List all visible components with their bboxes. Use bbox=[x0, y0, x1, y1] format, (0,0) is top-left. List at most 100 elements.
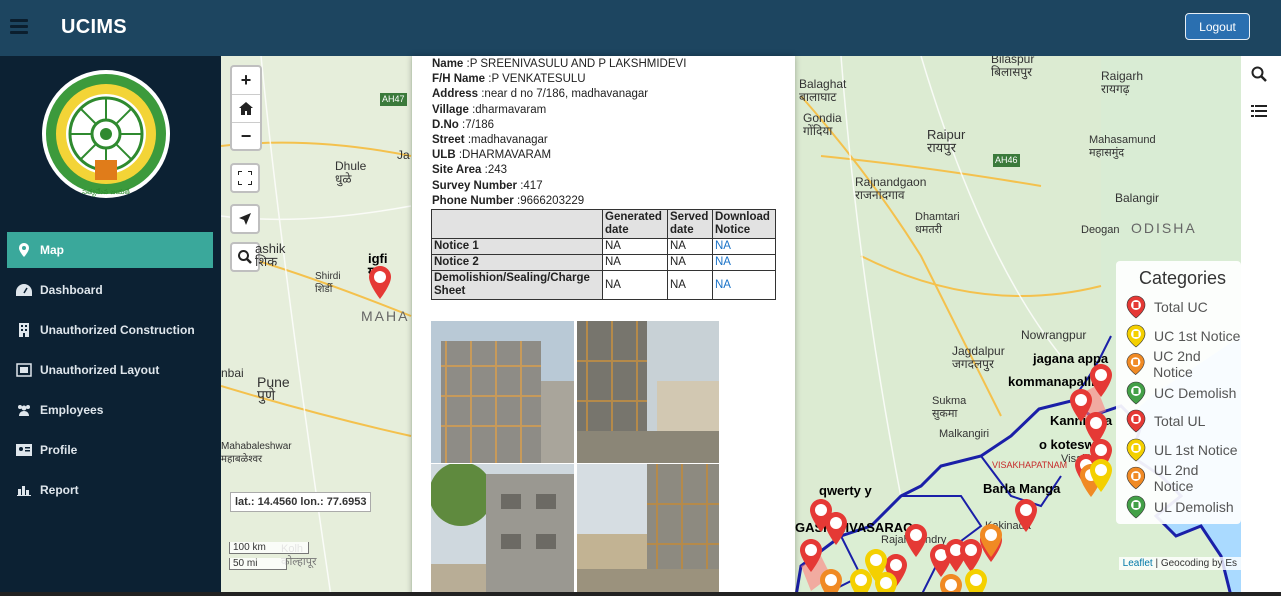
table-header: Generated date bbox=[602, 209, 668, 239]
fullscreen-button[interactable] bbox=[230, 163, 260, 193]
legend-label: UC Demolish bbox=[1154, 384, 1237, 401]
legend-title: Categories bbox=[1139, 268, 1227, 288]
coordinates-readout: lat.: 14.4560 lon.: 77.6953 bbox=[230, 492, 372, 512]
app-title: UCIMS bbox=[61, 16, 127, 38]
legend-label: Total UC bbox=[1154, 299, 1208, 315]
table-header bbox=[431, 209, 603, 239]
city-label: Mahabaleshwar महाबळेश्वर bbox=[221, 441, 292, 465]
chart-icon bbox=[16, 483, 32, 497]
sidebar-item-unauthorized-construction[interactable]: Unauthorized Construction bbox=[0, 312, 221, 348]
table-row: Demolishion/Sealing/Charge Sheet NA NA N… bbox=[431, 270, 776, 300]
sidebar-item-report[interactable]: Report bbox=[0, 472, 221, 508]
legend-item[interactable]: UL 2nd Notice bbox=[1124, 462, 1241, 494]
table-header: Download Notice bbox=[712, 209, 776, 239]
city-label: Balaghat बालाघाट bbox=[799, 77, 847, 104]
info-row: D.No :7/186 bbox=[432, 118, 495, 131]
zoom-in-button[interactable]: + bbox=[232, 67, 260, 95]
city-label: Bilaspur बिलासपुर bbox=[991, 56, 1035, 79]
table-header-row: Generated date Served date Download Noti… bbox=[431, 209, 776, 239]
map-marker-icon bbox=[16, 243, 32, 257]
legend-marker-icon bbox=[1126, 495, 1146, 518]
download-notice-link[interactable]: NA bbox=[715, 240, 731, 252]
legend-item[interactable]: Total UC bbox=[1124, 295, 1208, 319]
categories-legend: Categories Total UC UC 1st Notice UC 2nd N… bbox=[1116, 261, 1241, 524]
zoom-out-button[interactable]: − bbox=[232, 123, 260, 150]
city-label: Jagdalpur जगदलपुर bbox=[952, 344, 1005, 371]
legend-label: UL Demolish bbox=[1154, 498, 1234, 515]
building-icon bbox=[16, 323, 32, 337]
top-bar: UCIMS Logout bbox=[0, 0, 1281, 56]
legend-item[interactable]: UL Demolish bbox=[1124, 495, 1234, 519]
legend-label: UL 2nd Notice bbox=[1153, 462, 1199, 494]
table-row: Notice 1 NA NA NA bbox=[431, 238, 776, 255]
users-icon bbox=[16, 403, 32, 417]
notice-name: Demolishion/Sealing/Charge Sheet bbox=[431, 270, 603, 300]
hamburger-menu-icon[interactable] bbox=[10, 19, 28, 35]
marker-label: jagana appa bbox=[1033, 351, 1109, 366]
legend-item[interactable]: UC 2nd Notice bbox=[1124, 348, 1241, 380]
id-card-icon bbox=[16, 443, 32, 457]
city-label: Rajnandgaon राजनांदगाव bbox=[855, 175, 927, 202]
sidebar-item-employees[interactable]: Employees bbox=[0, 392, 221, 428]
sidebar-item-map[interactable]: Map bbox=[7, 232, 213, 268]
city-label: Raigarh रायगढ़ bbox=[1101, 69, 1144, 96]
legend-item[interactable]: Total UL bbox=[1124, 409, 1205, 433]
table-row: Notice 2 NA NA NA bbox=[431, 254, 776, 271]
marker-label: o kotesw bbox=[1039, 437, 1095, 452]
city-label: Raipur रायपुर bbox=[927, 127, 966, 155]
sidebar-item-label: Profile bbox=[40, 443, 78, 457]
legend-label: UL 1st Notice bbox=[1154, 441, 1238, 458]
highway-label: AH46 bbox=[993, 154, 1020, 167]
map-attribution: Leaflet | Geocoding by Es bbox=[1118, 557, 1241, 570]
legend-label: UC 2nd Notice bbox=[1153, 348, 1201, 380]
list-icon[interactable] bbox=[1251, 104, 1267, 123]
scale-km: 100 km bbox=[229, 542, 309, 554]
site-details-popup: Name :P SREENIVASULU AND P LAKSHMIDEVI F… bbox=[412, 56, 795, 596]
locate-button[interactable] bbox=[230, 204, 260, 234]
construction-photo-4[interactable] bbox=[577, 464, 719, 596]
scale-mi: 50 mi bbox=[229, 558, 287, 570]
sidebar-item-label: Dashboard bbox=[40, 283, 103, 297]
served-date: NA bbox=[667, 238, 713, 255]
logout-button[interactable]: Logout bbox=[1185, 13, 1250, 40]
info-row: Survey Number :417 bbox=[432, 179, 543, 192]
dashboard-icon bbox=[16, 283, 32, 297]
sidebar-item-dashboard[interactable]: Dashboard bbox=[0, 272, 221, 308]
city-label: Ja bbox=[397, 148, 410, 162]
city-label: Shirdi शिर्डी bbox=[315, 271, 341, 295]
city-label: nbai bbox=[221, 366, 244, 380]
zoom-controls: + − bbox=[230, 65, 262, 151]
generated-date: NA bbox=[602, 254, 668, 271]
marker-label: qwerty y bbox=[819, 483, 872, 498]
bottom-strip bbox=[0, 592, 1281, 596]
notices-table: Generated date Served date Download Noti… bbox=[431, 209, 776, 300]
leaflet-link[interactable]: Leaflet bbox=[1123, 558, 1153, 569]
construction-photo-2[interactable] bbox=[577, 321, 719, 463]
layout-icon bbox=[16, 363, 32, 377]
download-notice-link[interactable]: NA bbox=[715, 279, 731, 291]
legend-marker-icon bbox=[1126, 438, 1146, 461]
sidebar-item-profile[interactable]: Profile bbox=[0, 432, 221, 468]
sidebar-item-unauthorized-layout[interactable]: Unauthorized Layout bbox=[0, 352, 221, 388]
search-icon[interactable] bbox=[1251, 66, 1267, 87]
notice-name: Notice 1 bbox=[431, 238, 603, 255]
legend-marker-icon bbox=[1126, 466, 1146, 490]
legend-item[interactable]: UC 1st Notice bbox=[1124, 324, 1240, 348]
marker-label: GASRINIVASARAO bbox=[795, 520, 914, 535]
city-label: Mahasamund महासमुंद bbox=[1089, 134, 1156, 159]
legend-item[interactable]: UC Demolish bbox=[1124, 381, 1236, 405]
sidebar-item-label: Employees bbox=[40, 403, 104, 417]
served-date: NA bbox=[667, 270, 713, 300]
legend-item[interactable]: UL 1st Notice bbox=[1124, 438, 1238, 462]
region-label: MAHA bbox=[361, 308, 410, 324]
download-notice-link[interactable]: NA bbox=[715, 256, 731, 268]
construction-photo-3[interactable] bbox=[431, 464, 574, 596]
city-label: ashik शिक bbox=[255, 241, 286, 269]
region-label: ODISHA bbox=[1131, 220, 1197, 236]
sidebar-item-label: Report bbox=[40, 483, 79, 497]
info-row: Address :near d no 7/186, madhavanagar bbox=[432, 88, 649, 101]
legend-marker-icon bbox=[1126, 324, 1146, 347]
construction-photo-1[interactable] bbox=[431, 321, 574, 463]
legend-marker-icon bbox=[1126, 409, 1146, 433]
home-button[interactable] bbox=[232, 95, 260, 123]
